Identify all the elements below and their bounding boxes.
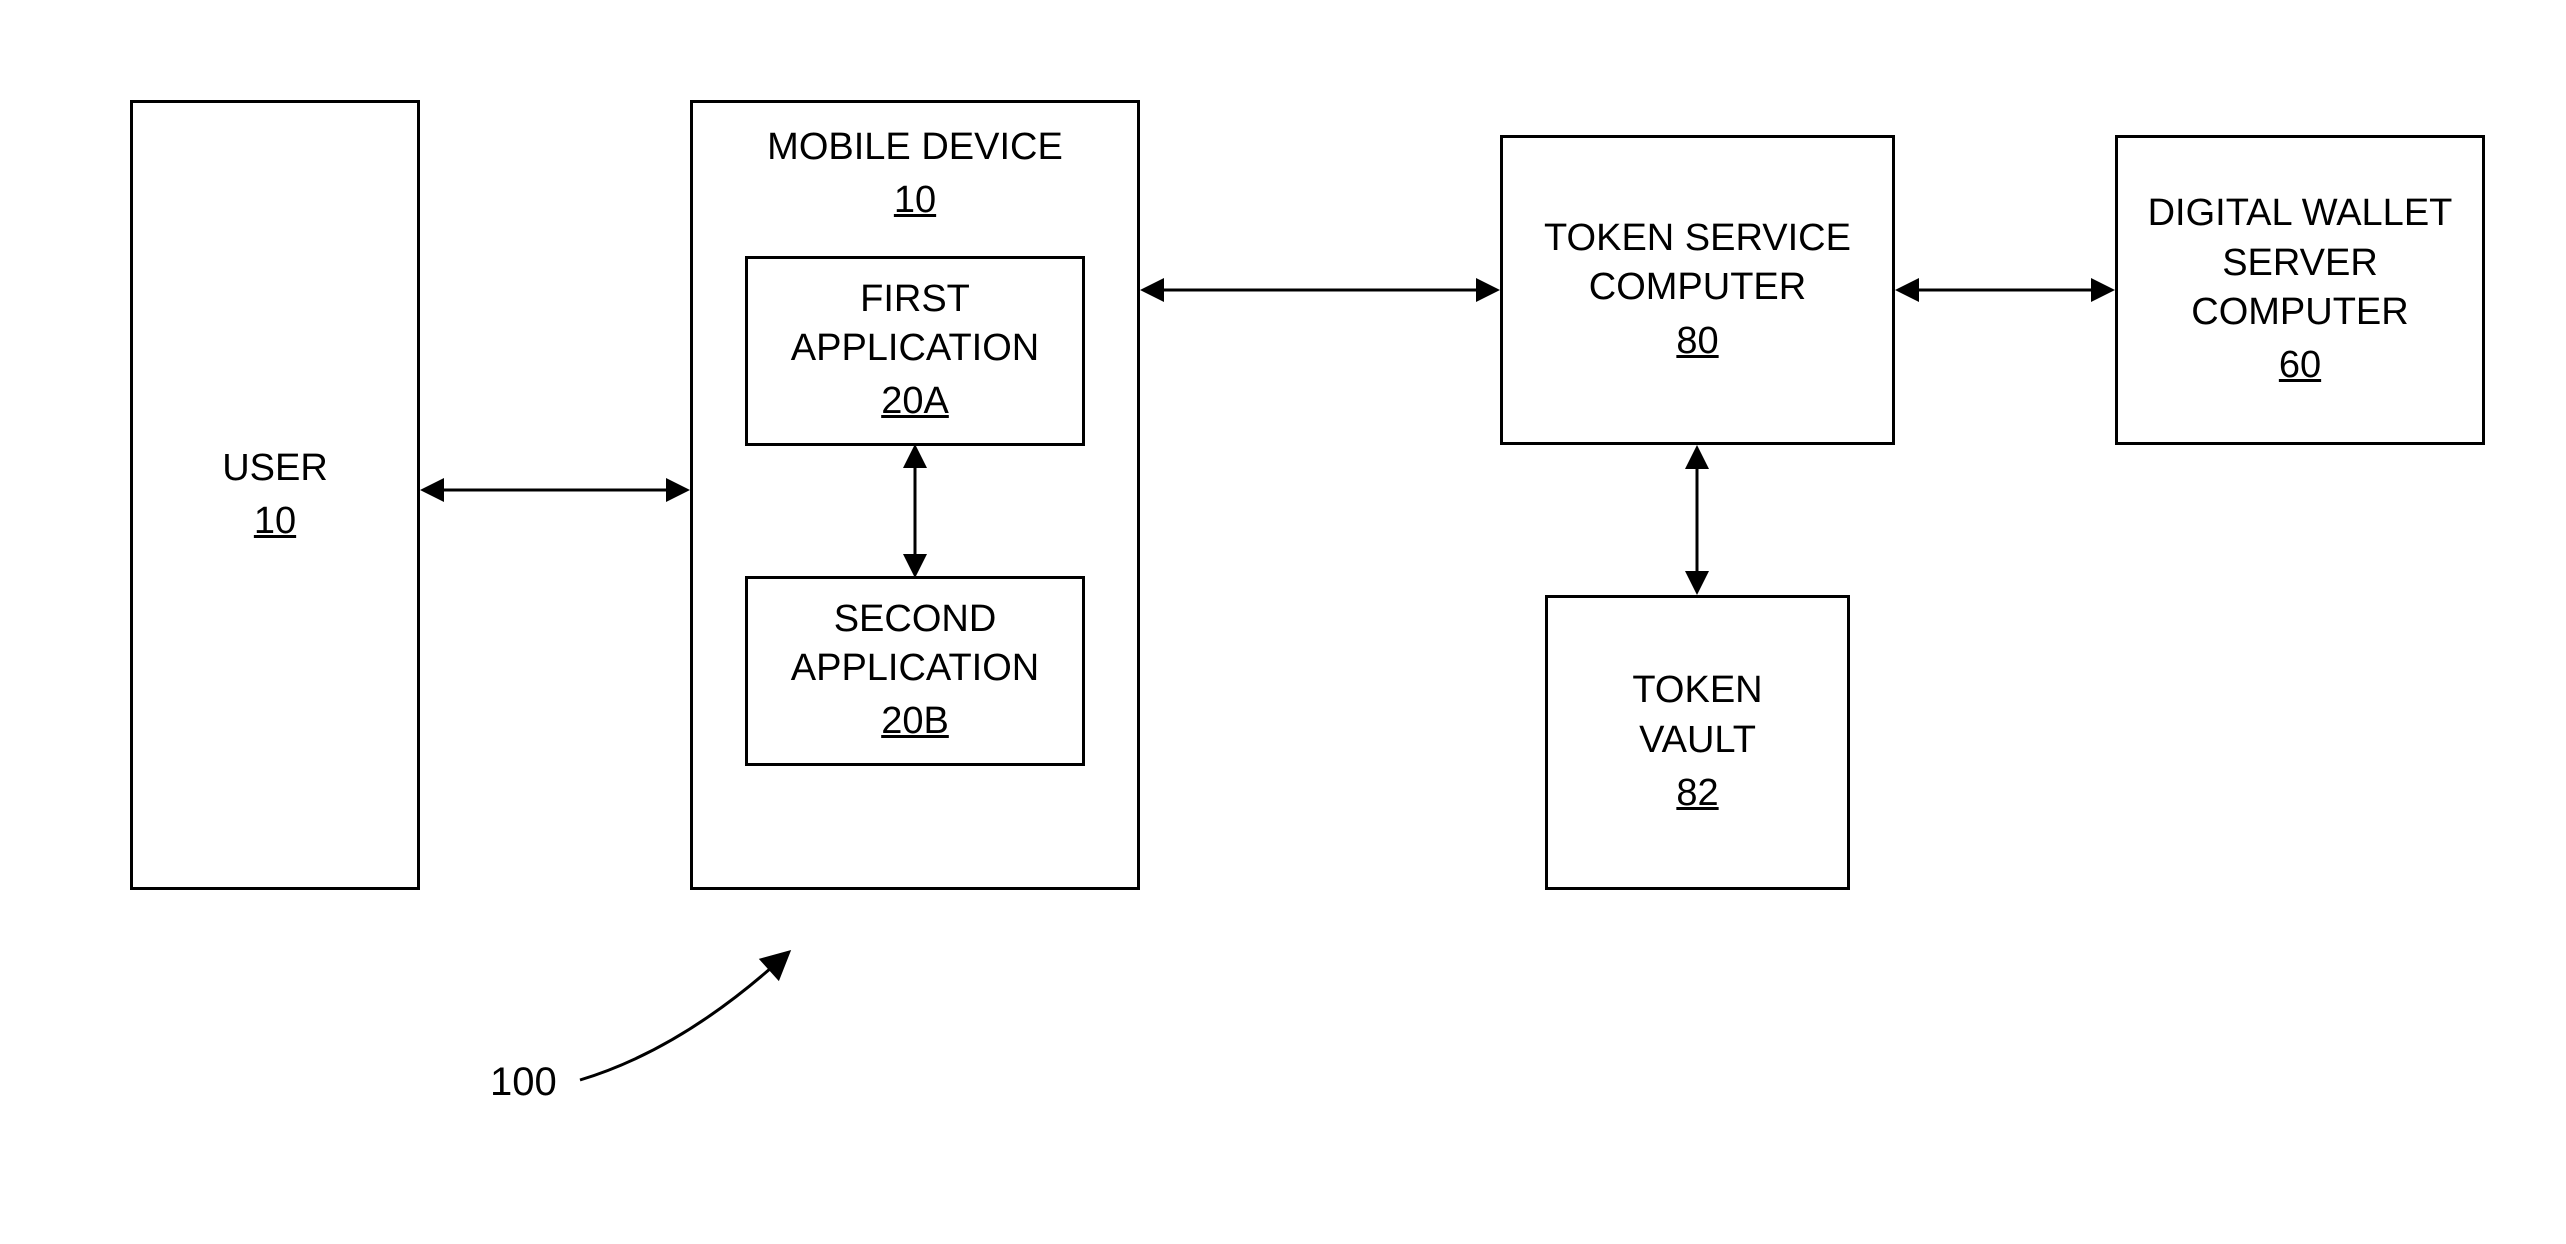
second-app-ref: 20B [881, 697, 949, 746]
second-app-label1: SECOND [834, 595, 997, 644]
token-vault-ref: 82 [1676, 769, 1718, 818]
first-app-ref: 20A [881, 377, 949, 426]
token-vault-label1: TOKEN [1632, 666, 1762, 715]
first-app-box: FIRST APPLICATION 20A [745, 256, 1085, 446]
digital-wallet-label1: DIGITAL WALLET [2148, 189, 2453, 238]
token-vault-label2: VAULT [1639, 716, 1756, 765]
token-service-label1: TOKEN SERVICE [1544, 214, 1851, 263]
arrow-mobile-tokenservice [1140, 275, 1500, 305]
token-service-box: TOKEN SERVICE COMPUTER 80 [1500, 135, 1895, 445]
arrow-tokenservice-wallet [1895, 275, 2115, 305]
figure-ref-label: 100 [490, 1060, 557, 1105]
digital-wallet-label2: SERVER [2222, 239, 2378, 288]
user-box: USER 10 [130, 100, 420, 890]
mobile-device-label: MOBILE DEVICE [767, 123, 1063, 172]
arrow-user-mobile [420, 475, 690, 505]
digital-wallet-ref: 60 [2279, 341, 2321, 390]
mobile-device-ref: 10 [894, 176, 936, 225]
arrow-first-second [900, 446, 930, 576]
first-app-label1: FIRST [860, 275, 970, 324]
digital-wallet-label3: COMPUTER [2191, 288, 2408, 337]
second-app-label2: APPLICATION [791, 644, 1039, 693]
first-app-label2: APPLICATION [791, 324, 1039, 373]
user-label: USER [222, 444, 328, 493]
mobile-device-box: MOBILE DEVICE 10 FIRST APPLICATION 20A S… [690, 100, 1140, 890]
token-service-label2: COMPUTER [1589, 263, 1806, 312]
token-service-ref: 80 [1676, 317, 1718, 366]
second-app-box: SECOND APPLICATION 20B [745, 576, 1085, 766]
digital-wallet-box: DIGITAL WALLET SERVER COMPUTER 60 [2115, 135, 2485, 445]
token-vault-box: TOKEN VAULT 82 [1545, 595, 1850, 890]
arrow-tokenservice-vault [1682, 445, 1712, 595]
user-ref: 10 [254, 497, 296, 546]
figure-ref-arrow [560, 940, 820, 1100]
